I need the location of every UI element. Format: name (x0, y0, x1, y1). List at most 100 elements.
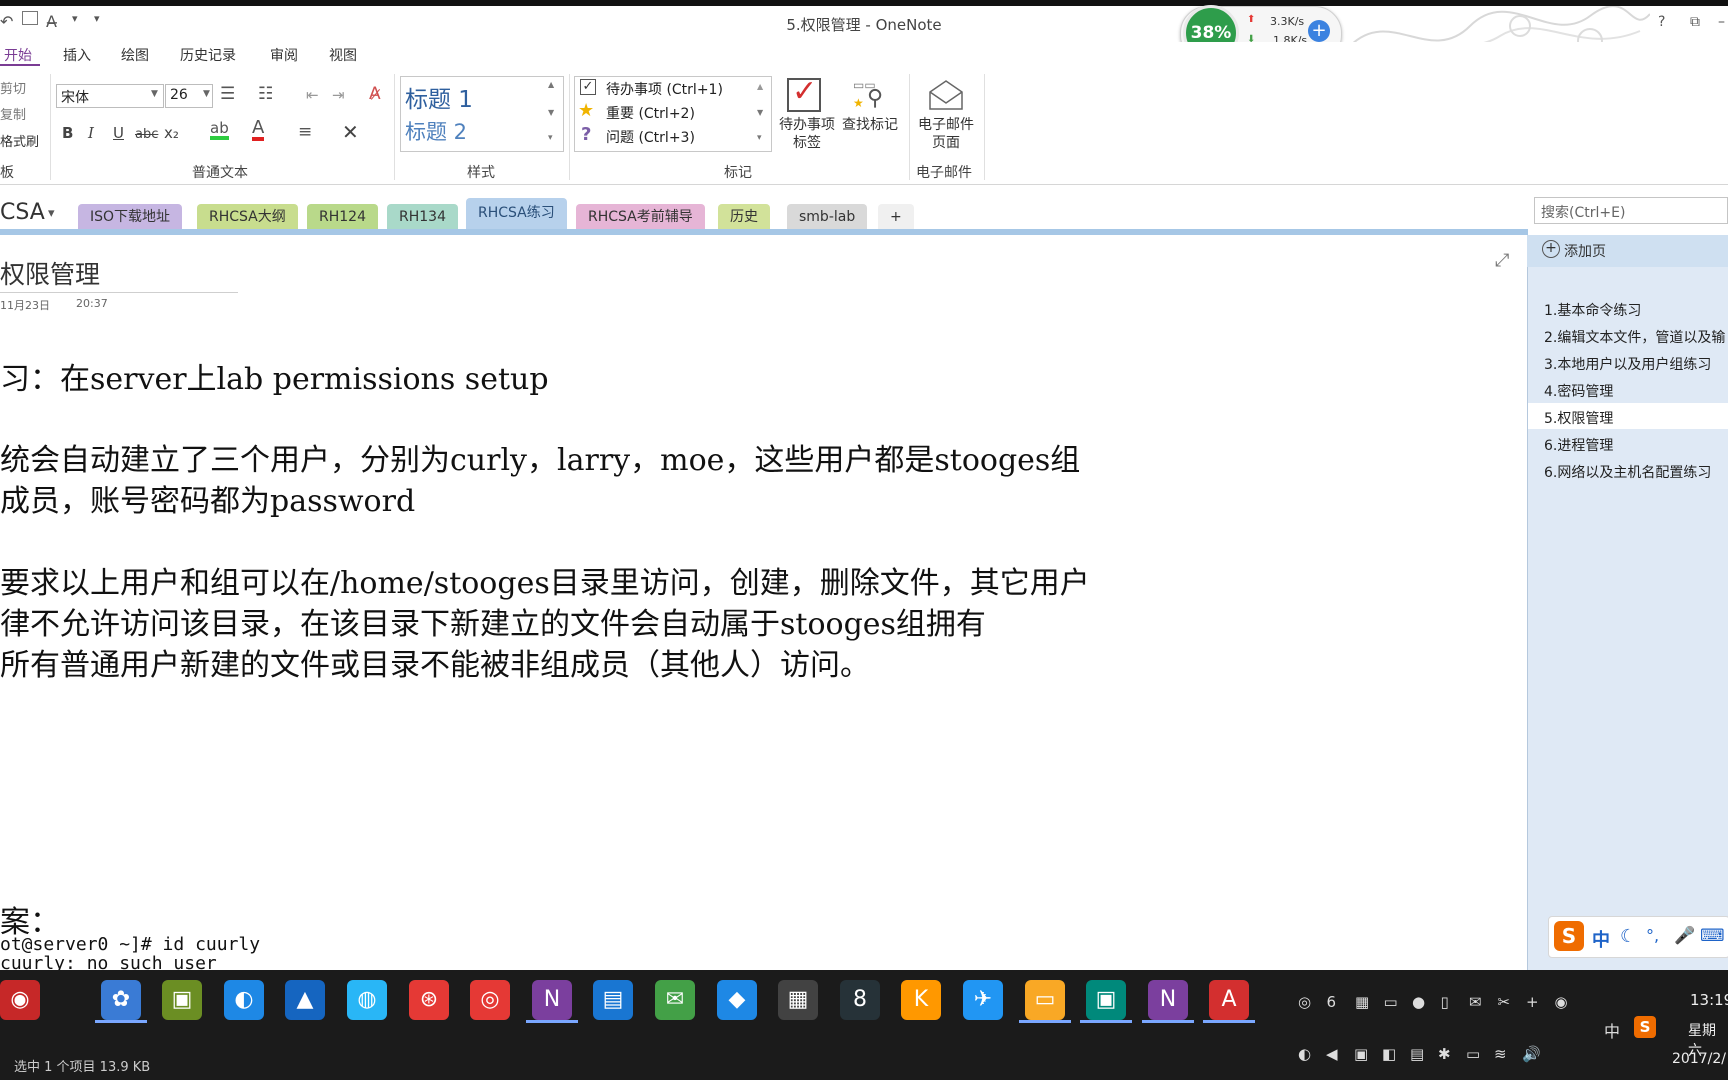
note-line[interactable]: 律不允许访问该目录，在该目录下新建立的文件会自动属于stooges组拥有 (0, 599, 986, 643)
page-title[interactable]: 权限管理 (0, 255, 100, 291)
network-app-icon[interactable]: ▤ (1410, 1045, 1424, 1063)
section-tab[interactable]: RHCSA大纲 (197, 204, 298, 230)
tray-app-icon[interactable]: ▦ (1355, 993, 1369, 1011)
tab-home[interactable]: 开始 (4, 45, 32, 65)
bullets-icon[interactable]: ☰ (220, 84, 235, 104)
tab-history[interactable]: 历史记录 (180, 45, 236, 65)
onenote-icon[interactable]: N (532, 980, 572, 1020)
notebook-dropdown-icon[interactable]: ▾ (48, 206, 55, 221)
tags-scroll-up-icon[interactable]: ▲ (757, 82, 763, 91)
console-line[interactable]: ot@server0 ~]# id cuurly (0, 934, 260, 955)
style-heading-2[interactable]: 标题 2 (405, 116, 467, 146)
keyboard-icon[interactable]: ⌨ (1700, 926, 1725, 946)
film-app-icon[interactable]: ▤ (593, 980, 633, 1020)
tray-app-icon[interactable]: ● (1412, 993, 1425, 1011)
feather-app-icon[interactable]: ◆ (717, 980, 757, 1020)
page-item[interactable]: 4.密码管理 (1544, 381, 1613, 401)
sogou-logo-icon[interactable]: S (1554, 921, 1584, 951)
font-name-box[interactable]: 宋体 (56, 84, 164, 108)
section-tab[interactable]: RHCSA练习 (466, 198, 567, 230)
styles-scroll-up-icon[interactable]: ▲ (548, 80, 554, 89)
email-envelope-icon[interactable] (927, 78, 965, 112)
find-tags-button[interactable]: 查找标记 (842, 116, 898, 134)
note-line[interactable]: 习：在server上lab permissions setup (0, 354, 549, 398)
eight-ball-icon[interactable]: 8 (840, 980, 880, 1020)
bold-button[interactable]: B (62, 124, 73, 142)
font-dropdown-icon[interactable]: ▼ (151, 89, 158, 99)
decrease-indent-icon[interactable]: ⇤ (306, 86, 319, 104)
virtualbox-icon[interactable]: ▣ (1086, 980, 1126, 1020)
notes-app-icon[interactable]: ◍ (347, 980, 387, 1020)
file-explorer-icon[interactable]: ▭ (1025, 980, 1065, 1020)
numbering-icon[interactable]: ☷ (258, 84, 273, 104)
italic-button[interactable]: I (88, 124, 94, 142)
help-button[interactable]: ? (1658, 14, 1665, 30)
clock-time[interactable]: 13:19 (1690, 991, 1728, 1009)
wifi-icon[interactable]: ≋ (1494, 1045, 1507, 1063)
todo-tag-big-icon[interactable]: ✓ (787, 74, 821, 112)
tray-app-icon[interactable]: 6 (1327, 993, 1337, 1011)
page-canvas[interactable]: 权限管理 11月23日 20:37 ⤢ 习：在server上lab permis… (0, 235, 1527, 970)
note-line[interactable]: 成员，账号密码都为password (0, 476, 415, 520)
font-color-icon[interactable]: A (252, 119, 265, 141)
add-page-icon[interactable]: + (1542, 240, 1560, 258)
start-icon[interactable]: ◉ (0, 980, 40, 1020)
section-tab[interactable]: smb-lab (787, 204, 868, 230)
pdf-reader-icon[interactable]: A (1209, 980, 1249, 1020)
onenote-clip-icon[interactable]: N (1148, 980, 1188, 1020)
strikethrough-button[interactable]: abc (135, 127, 158, 142)
snail-app-icon[interactable]: ◎ (470, 980, 510, 1020)
email-page-button[interactable]: 电子邮件 页面 (912, 116, 980, 152)
nvidia-icon[interactable]: ◧ (1382, 1045, 1396, 1063)
section-tab[interactable]: RH134 (387, 204, 458, 230)
styles-scroll-down-icon[interactable]: ▼ (548, 108, 554, 117)
note-line[interactable]: 统会自动建立了三个用户，分别为curly，larry，moe，这些用户都是sto… (0, 435, 1080, 479)
size-dropdown-icon[interactable]: ▼ (203, 89, 210, 99)
ime-indicator[interactable]: 中 (1604, 1018, 1620, 1042)
mail-bird-icon[interactable]: ✈ (963, 980, 1003, 1020)
page-item[interactable]: 3.本地用户以及用户组练习 (1544, 354, 1711, 374)
moon-icon[interactable]: ☾ (1620, 926, 1636, 947)
volume-mute-icon[interactable]: ◀ (1326, 1045, 1338, 1063)
page-item[interactable]: 6.进程管理 (1544, 435, 1613, 455)
todo-tag-button[interactable]: 待办事项 标签 (774, 116, 840, 152)
note-line[interactable]: 要求以上用户和组可以在/home/stooges目录里访问，创建，删除文件，其它… (0, 558, 1090, 602)
tab-view[interactable]: 视图 (329, 45, 357, 65)
new-section-button[interactable]: + (878, 204, 914, 230)
image-viewer-icon[interactable]: ▣ (162, 980, 202, 1020)
add-page-button[interactable]: 添加页 (1564, 241, 1606, 261)
style-heading-1[interactable]: 标题 1 (405, 80, 473, 114)
highlight-icon[interactable]: ab (210, 120, 229, 140)
tag-question[interactable]: 问题 (Ctrl+3) (606, 127, 695, 147)
sogou-tray-icon[interactable]: S (1634, 1016, 1656, 1038)
calculator-icon[interactable]: ▦ (778, 980, 818, 1020)
restore-button[interactable]: ⧉ (1690, 14, 1700, 30)
tray-app-icon[interactable]: ▭ (1384, 993, 1398, 1011)
underline-button[interactable]: U (113, 124, 124, 142)
tray-app-icon[interactable]: ▯ (1441, 993, 1449, 1011)
tab-insert[interactable]: 插入 (63, 45, 91, 65)
section-tab[interactable]: ISO下载地址 (78, 204, 183, 230)
notebook-name[interactable]: CSA (0, 200, 45, 225)
wechat-icon[interactable]: ✉ (655, 980, 695, 1020)
page-item[interactable]: 6.网络以及主机名配置练习 (1544, 462, 1711, 482)
tray-wechat-icon[interactable]: ✉ (1469, 993, 1482, 1011)
tag-todo[interactable]: 待办事项 (Ctrl+1) (606, 79, 723, 99)
format-painter-button[interactable]: 格式刷 (0, 131, 39, 150)
cut-button[interactable]: 剪切 (0, 78, 26, 97)
tray-app-icon[interactable]: ✂ (1498, 993, 1511, 1011)
expand-icon[interactable]: ⤢ (1495, 250, 1509, 271)
page-item[interactable]: 2.编辑文本文件，管道以及输 (1544, 327, 1725, 347)
align-icon[interactable]: ≡ (298, 122, 312, 142)
increase-indent-icon[interactable]: ⇥ (332, 86, 345, 104)
punctuation-icon[interactable]: °, (1646, 926, 1659, 945)
k-app-icon[interactable]: K (901, 980, 941, 1020)
search-input[interactable]: 搜索(Ctrl+E) (1534, 197, 1728, 224)
speed-plus-icon[interactable]: + (1308, 20, 1330, 42)
speaker-icon[interactable]: 🔊 (1522, 1045, 1541, 1063)
tags-more-icon[interactable]: ▾ (757, 133, 762, 143)
page-item-selected[interactable]: 5.权限管理 (1544, 408, 1613, 428)
note-line[interactable]: 所有普通用户新建的文件或目录不能被非组成员（其他人）访问。 (0, 640, 870, 684)
sphere-app-icon[interactable]: ◐ (224, 980, 264, 1020)
console-line[interactable]: cuurly: no such user (0, 953, 217, 970)
